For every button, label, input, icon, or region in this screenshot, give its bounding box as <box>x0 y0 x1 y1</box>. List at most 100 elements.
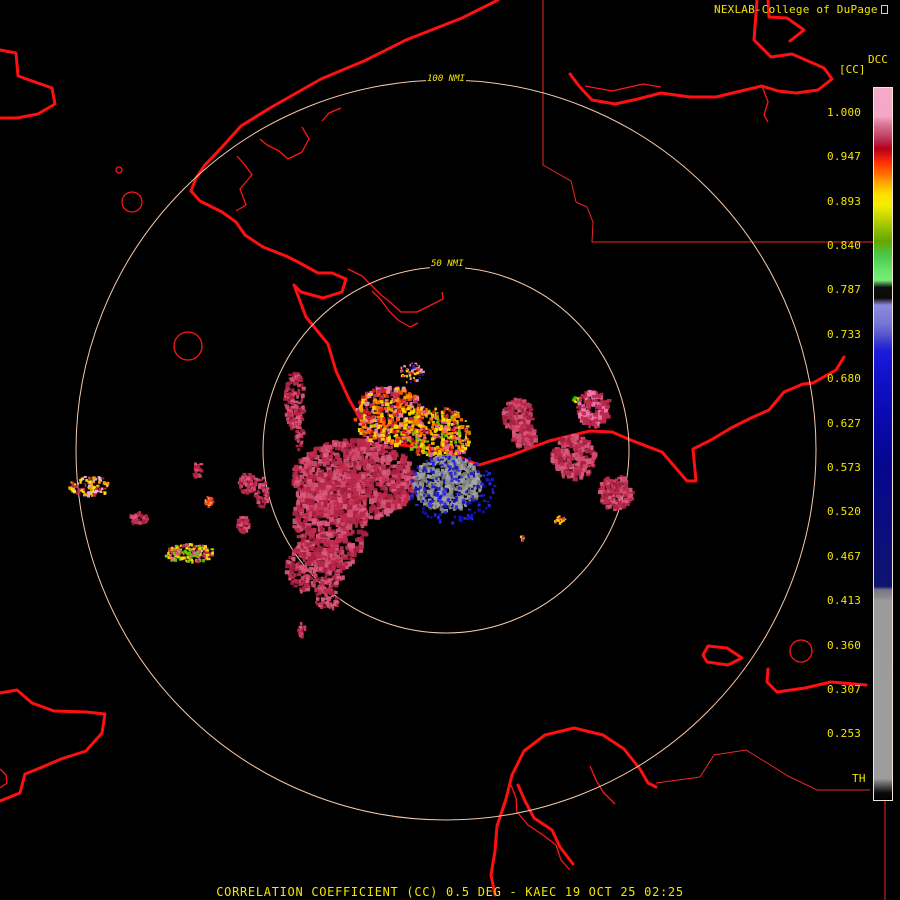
radar-echo <box>434 500 438 504</box>
radar-echo <box>457 471 461 476</box>
radar-echo <box>347 493 351 499</box>
radar-echo <box>618 500 623 506</box>
radar-echo <box>454 498 458 502</box>
radar-echo <box>450 475 453 480</box>
radar-echo <box>449 432 454 435</box>
radar-echo <box>586 418 591 423</box>
radar-echo <box>472 473 475 478</box>
radar-echo <box>413 399 418 404</box>
radar-echo <box>396 461 401 465</box>
radar-echo <box>391 476 395 481</box>
radar-echo <box>245 526 248 530</box>
radar-echo <box>415 413 418 417</box>
radar-echo <box>432 423 437 426</box>
radar-echo <box>592 391 596 395</box>
legend-label-0-627: 0.627 <box>827 417 862 430</box>
radar-echo <box>324 601 327 604</box>
radar-echo <box>428 504 432 508</box>
radar-echo <box>480 482 483 486</box>
radar-echo <box>98 480 101 484</box>
radar-echo <box>301 393 305 397</box>
radar-echo <box>485 507 488 510</box>
radar-echo <box>453 471 457 475</box>
radar-echo <box>138 514 143 517</box>
radar-echo <box>264 497 268 500</box>
radar-echo <box>259 496 264 500</box>
radar-echo <box>384 434 388 438</box>
radar-echo <box>295 528 299 533</box>
radar-echo <box>386 493 392 498</box>
radar-echo <box>477 485 481 489</box>
radar-echo <box>467 508 472 511</box>
radar-echo <box>417 419 421 423</box>
radar-echo <box>332 476 338 480</box>
radar-echo <box>451 445 454 449</box>
radar-echo <box>418 377 422 379</box>
radar-echo <box>330 578 334 582</box>
radar-echo <box>350 500 355 506</box>
radar-echo <box>324 562 329 568</box>
legend-label-0-253: 0.253 <box>827 727 862 740</box>
radar-echo <box>413 475 416 479</box>
radar-echo <box>576 406 581 409</box>
radar-echo <box>487 504 491 508</box>
radar-echo <box>463 472 468 475</box>
radar-echo <box>328 517 333 522</box>
radar-echo <box>312 567 318 573</box>
radar-echo <box>286 417 289 420</box>
radar-echo <box>342 441 347 448</box>
radar-echo <box>306 525 311 532</box>
radar-echo <box>462 482 466 487</box>
radar-echo <box>434 407 437 411</box>
radar-echo <box>297 628 301 632</box>
radar-echo <box>459 418 464 422</box>
radar-echo <box>425 408 428 412</box>
radar-echo <box>446 413 449 418</box>
radar-echo <box>410 494 414 498</box>
radar-echo <box>287 560 291 564</box>
radar-echo <box>186 555 190 559</box>
radar-echo <box>328 571 332 576</box>
radar-echo <box>485 470 488 473</box>
radar-echo <box>623 493 628 497</box>
radar-echo <box>370 415 375 419</box>
radar-echo <box>364 481 369 487</box>
radar-echo <box>297 388 301 392</box>
radar-echo <box>413 379 417 382</box>
radar-echo <box>477 503 481 507</box>
radar-echo <box>318 514 325 519</box>
radar-echo <box>528 407 534 412</box>
radar-echo <box>420 473 424 476</box>
radar-echo <box>454 505 459 509</box>
radar-echo <box>295 422 298 425</box>
legend-label-1-000: 1.000 <box>827 106 862 119</box>
radar-echo <box>291 379 296 382</box>
radar-echo <box>408 486 413 491</box>
radar-echo <box>367 430 371 434</box>
radar-echo <box>333 473 337 477</box>
radar-echo <box>197 544 201 548</box>
radar-echo <box>421 416 425 420</box>
radar-echo <box>454 452 458 456</box>
radar-echo <box>444 462 448 465</box>
radar-echo <box>599 400 604 404</box>
radar-echo <box>461 445 465 449</box>
radar-echo <box>454 496 459 499</box>
radar-echo <box>342 555 347 559</box>
radar-echo <box>442 479 446 483</box>
radar-echo <box>181 556 185 560</box>
radar-echo <box>362 432 366 437</box>
radar-echo <box>361 423 366 427</box>
radar-echo <box>350 552 354 557</box>
radar-echo <box>295 430 299 434</box>
radar-echo <box>360 446 365 451</box>
radar-echo <box>356 482 361 488</box>
radar-echo <box>332 493 336 497</box>
radar-echo <box>478 489 481 493</box>
radar-echo <box>373 509 379 515</box>
radar-echo <box>511 419 516 425</box>
radar-echo <box>444 470 448 473</box>
radar-echo <box>300 428 304 433</box>
radar-echo <box>285 386 290 390</box>
radar-echo <box>211 551 214 555</box>
